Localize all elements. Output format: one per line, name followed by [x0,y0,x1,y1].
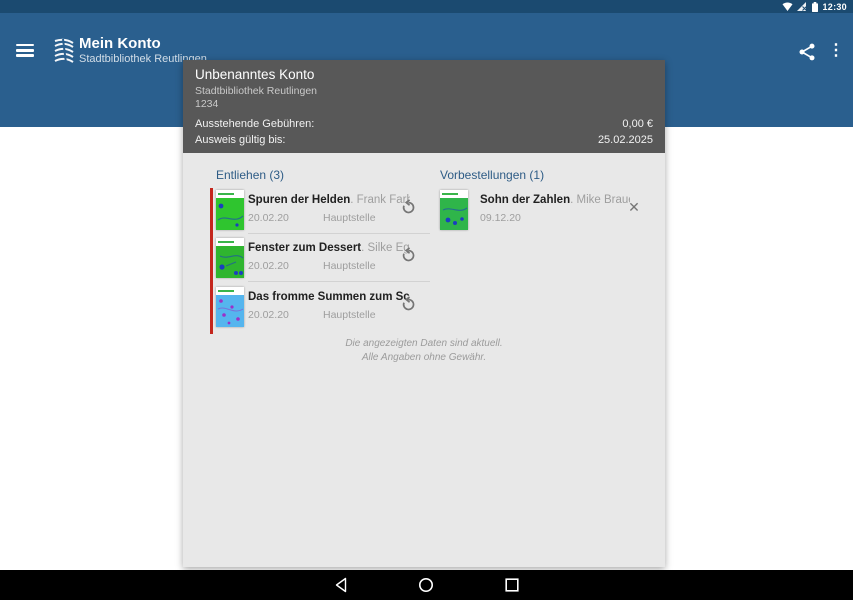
divider [248,281,430,282]
cancel-reservation-icon[interactable]: ✕ [626,199,642,215]
loans-section-header: Entliehen (3) [216,168,284,182]
account-card: Unbenanntes Konto Stadtbibliothek Reutli… [183,60,665,567]
cellular-signal-icon [797,2,808,11]
account-card-header: Unbenanntes Konto Stadtbibliothek Reutli… [183,60,665,153]
screen: 12:30 Mein Konto Stadtbibliothek Reutlin… [0,0,853,600]
fees-label: Ausstehende Gebühren: [195,116,314,132]
branch: Hauptstelle [323,309,376,321]
loan-item-title[interactable]: Das fromme Summen zum Sc… [248,291,410,303]
overflow-menu-icon[interactable]: ⋮ [828,39,842,63]
loan-item-meta: 20.02.20 Hauptstelle [248,260,289,272]
data-status-note: Die angezeigten Daten sind aktuell. [183,337,665,351]
wifi-icon [782,2,793,11]
back-icon[interactable] [333,577,349,593]
renew-icon[interactable] [400,199,417,216]
battery-icon [812,2,818,12]
reservation-item-title[interactable]: Sohn der Zahlen. Mike Brauer [480,194,630,206]
recents-icon[interactable] [504,577,520,593]
due-date: 20.02.20 [248,260,289,272]
overdue-indicator-bar [210,188,213,334]
reservations-section-header: Vorbestellungen (1) [440,168,544,182]
app-logo-icon [53,37,75,65]
android-nav-bar [0,570,853,600]
account-name: Unbenanntes Konto [195,67,653,82]
page-title: Mein Konto [79,35,161,52]
status-bar: 12:30 [0,0,853,13]
due-date: 20.02.20 [248,309,289,321]
branch: Hauptstelle [323,212,376,224]
loan-item-meta: 20.02.20 Hauptstelle [248,212,289,224]
renew-icon[interactable] [400,247,417,264]
reservation-date: 09.12.20 [480,212,521,224]
loan-item-meta: 20.02.20 Hauptstelle [248,309,289,321]
renew-icon[interactable] [400,296,417,313]
card-valid-label: Ausweis gültig bis: [195,132,286,148]
loan-item-title[interactable]: Spuren der Helden. Frank Farber [248,194,410,206]
branch: Hauptstelle [323,260,376,272]
loan-item-title[interactable]: Fenster zum Dessert. Silke Eg… [248,242,410,254]
book-cover [216,238,244,278]
disclaimer-note: Alle Angaben ohne Gewähr. [183,351,665,365]
card-valid-value: 25.02.2025 [598,132,653,148]
fees-value: 0,00 € [622,116,653,132]
status-time: 12:30 [822,2,847,12]
reservation-item-meta: 09.12.20 [480,212,521,224]
account-library: Stadtbibliothek Reutlingen [195,85,653,98]
account-number: 1234 [195,98,653,111]
share-icon[interactable] [797,42,817,62]
book-cover [216,287,244,327]
home-icon[interactable] [418,577,434,593]
book-cover [216,190,244,230]
due-date: 20.02.20 [248,212,289,224]
book-cover [440,190,468,230]
menu-icon[interactable] [16,44,34,57]
divider [248,233,430,234]
